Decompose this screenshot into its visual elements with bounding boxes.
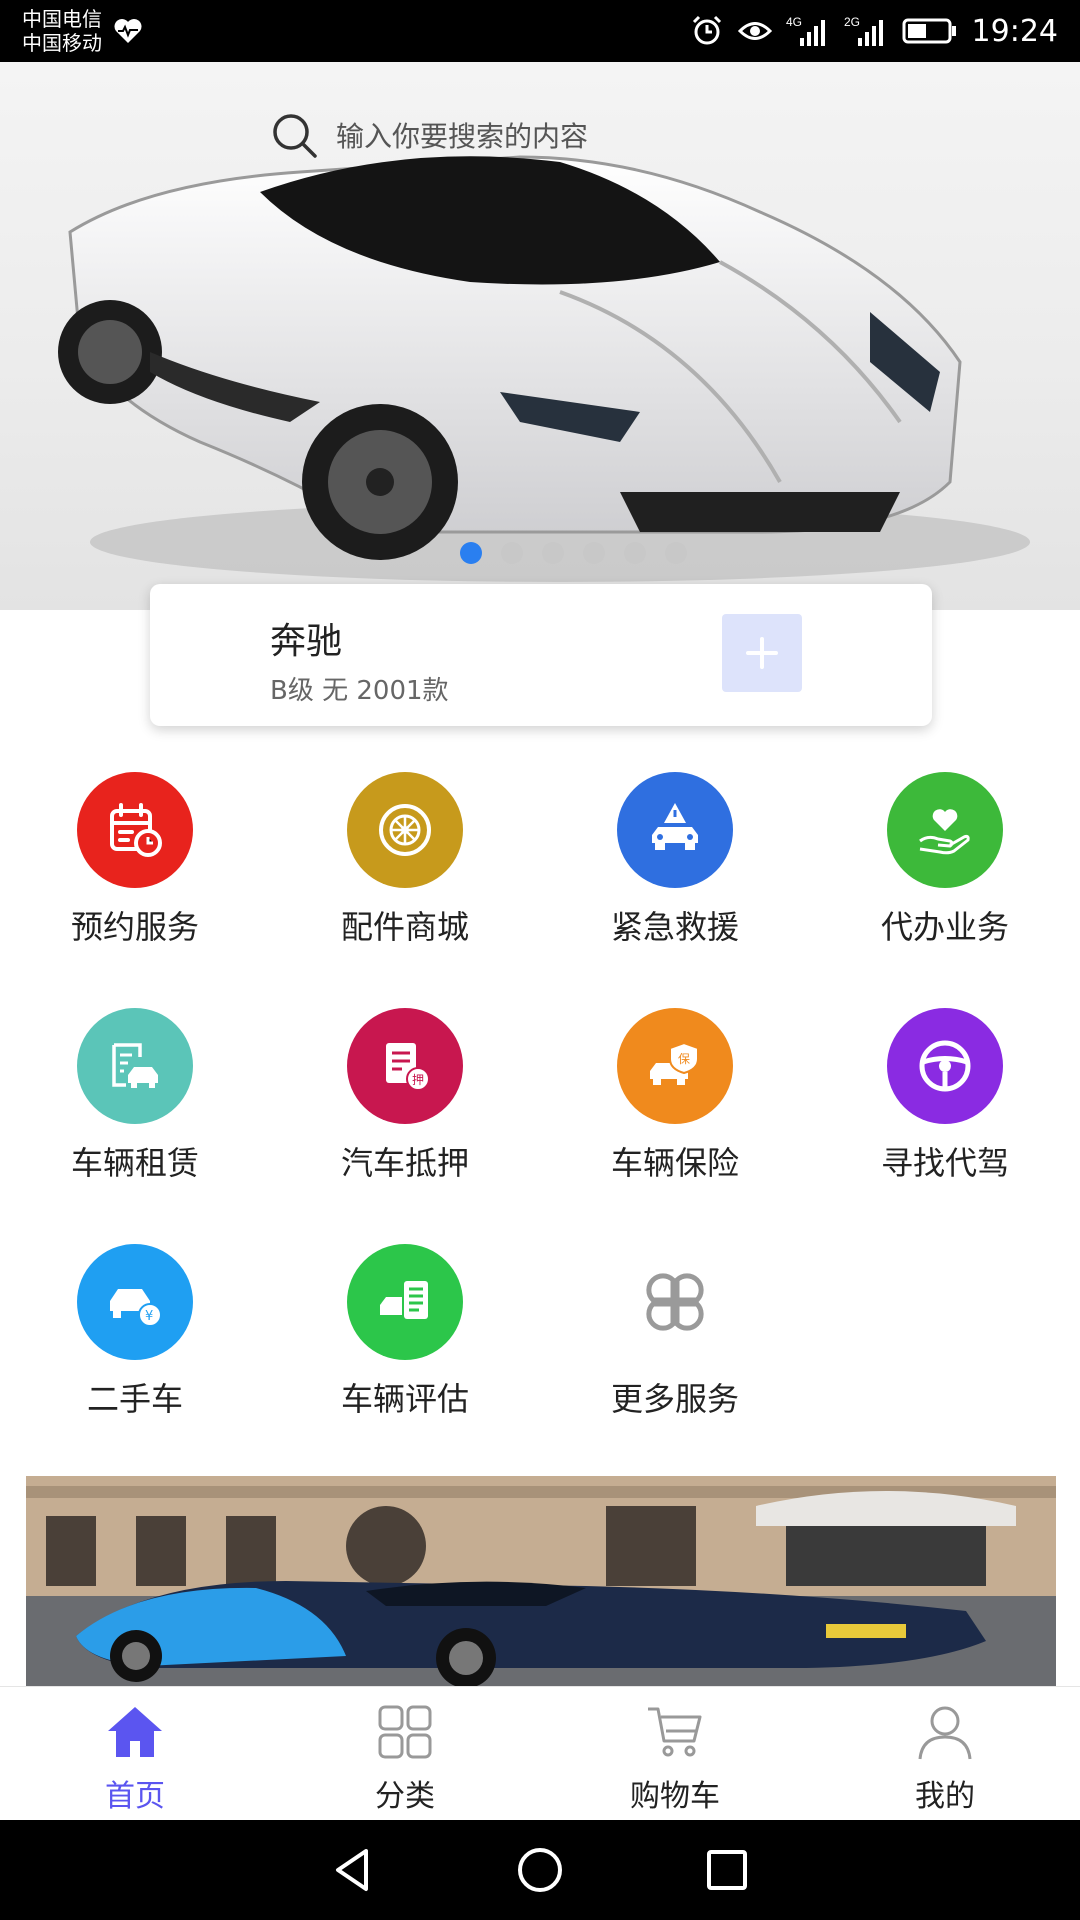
wheel-icon	[379, 804, 431, 856]
carousel-indicator	[460, 542, 687, 564]
home-icon	[108, 1707, 162, 1757]
carousel-dot[interactable]	[501, 542, 523, 564]
svg-text:4G: 4G	[786, 15, 802, 29]
calendar-clock-icon	[110, 803, 162, 857]
vehicle-card[interactable]: 奔驰 B级 无 2001款	[150, 584, 932, 726]
service-label: 预约服务	[70, 908, 199, 946]
heart-rate-icon	[114, 19, 142, 43]
search-icon	[273, 114, 317, 158]
steering-wheel-icon	[919, 1040, 971, 1092]
service-insurance[interactable]: 保 车辆保险	[540, 1008, 810, 1244]
evaluation-icon	[380, 1281, 428, 1319]
service-label: 汽车抵押	[340, 1144, 469, 1182]
tab-profile[interactable]: 我的	[810, 1687, 1080, 1820]
service-label: 更多服务	[610, 1380, 739, 1418]
svg-text:¥: ¥	[145, 1309, 153, 1324]
svg-text:2G: 2G	[844, 15, 860, 29]
alarm-icon	[692, 15, 721, 45]
home-nav-icon[interactable]	[513, 1843, 567, 1897]
service-label: 紧急救援	[610, 908, 739, 946]
promo-car-image	[26, 1476, 1056, 1686]
carrier-1: 中国电信	[22, 7, 102, 31]
status-icons: 4G 2G 19:24	[690, 14, 1058, 49]
cart-icon	[648, 1707, 702, 1757]
services-grid: 预约服务 配件商城 紧急救援 代办业务 车辆租赁 押 汽车抵押 保 车辆保险 寻…	[0, 772, 1080, 1480]
carrier-2: 中国移动	[22, 31, 102, 55]
mortgage-icon: 押	[386, 1043, 430, 1091]
signal-icon: 4G	[786, 15, 825, 46]
add-vehicle-button[interactable]	[722, 614, 802, 692]
service-agency[interactable]: 代办业务	[810, 772, 1080, 1008]
service-label: 车辆评估	[340, 1380, 469, 1418]
service-icon-bg	[77, 1008, 193, 1124]
vehicle-name: 奔驰	[270, 621, 343, 662]
category-icon	[378, 1705, 432, 1759]
tab-label: 我的	[915, 1779, 975, 1814]
promo-banner[interactable]	[26, 1476, 1056, 1686]
service-label: 车辆保险	[610, 1144, 739, 1182]
service-used-car[interactable]: ¥ 二手车	[0, 1244, 270, 1480]
service-icon-bg: ¥	[77, 1244, 193, 1360]
service-icon-bg	[617, 772, 733, 888]
more-grid-icon	[646, 1273, 704, 1331]
service-appointment[interactable]: 预约服务	[0, 772, 270, 1008]
carousel-dot[interactable]	[583, 542, 605, 564]
service-label: 二手车	[86, 1380, 183, 1418]
service-icon-bg	[77, 772, 193, 888]
bottom-tab-bar: 首页 分类 购物车 我的	[0, 1686, 1080, 1820]
status-bar: 中国电信 中国移动 4G 2G 19:24	[0, 0, 1080, 62]
search-bar[interactable]	[270, 106, 736, 166]
carousel-dot[interactable]	[624, 542, 646, 564]
hero-carousel[interactable]	[0, 62, 1080, 610]
service-icon-bg: 保	[617, 1008, 733, 1124]
tab-category[interactable]: 分类	[270, 1687, 540, 1820]
hand-heart-icon	[919, 809, 970, 855]
tab-label: 购物车	[630, 1779, 720, 1814]
service-evaluation[interactable]: 车辆评估	[270, 1244, 540, 1480]
carousel-dot[interactable]	[460, 542, 482, 564]
back-icon[interactable]	[326, 1843, 380, 1897]
service-icon-bg	[887, 772, 1003, 888]
service-mortgage[interactable]: 押 汽车抵押	[270, 1008, 540, 1244]
insurance-car-icon: 保	[650, 1041, 699, 1085]
system-nav-bar	[0, 1820, 1080, 1920]
service-icon-bg: 押	[347, 1008, 463, 1124]
search-input[interactable]	[336, 119, 736, 153]
battery-icon	[902, 18, 956, 44]
tab-cart[interactable]: 购物车	[540, 1687, 810, 1820]
svg-text:保: 保	[678, 1052, 690, 1066]
tab-home[interactable]: 首页	[0, 1687, 270, 1820]
service-icon-bg	[347, 772, 463, 888]
service-label: 代办业务	[880, 908, 1009, 946]
plus-icon	[746, 637, 778, 669]
tab-label: 首页	[105, 1779, 165, 1814]
service-label: 车辆租赁	[70, 1144, 199, 1182]
user-icon	[918, 1706, 972, 1760]
carrier-group: 中国电信 中国移动	[22, 7, 144, 55]
service-designated-driver[interactable]: 寻找代驾	[810, 1008, 1080, 1244]
service-icon-bg	[347, 1244, 463, 1360]
clock: 19:24	[971, 13, 1058, 49]
recents-icon[interactable]	[700, 1843, 754, 1897]
signal-2-icon: 2G	[844, 15, 883, 46]
tab-label: 分类	[375, 1779, 435, 1814]
vehicle-description: B级 无 2001款	[270, 676, 449, 706]
service-label: 配件商城	[340, 908, 469, 946]
carousel-dot[interactable]	[542, 542, 564, 564]
used-car-icon: ¥	[110, 1289, 162, 1327]
service-emergency-rescue[interactable]: 紧急救援	[540, 772, 810, 1008]
carousel-dot[interactable]	[665, 542, 687, 564]
rental-car-icon	[112, 1043, 158, 1088]
service-more[interactable]: 更多服务	[540, 1244, 810, 1480]
service-parts-mall[interactable]: 配件商城	[270, 772, 540, 1008]
service-icon-bg	[887, 1008, 1003, 1124]
eye-icon	[737, 22, 772, 40]
svg-text:押: 押	[412, 1073, 424, 1087]
service-label: 寻找代驾	[880, 1144, 1009, 1182]
service-icon-bg	[617, 1244, 733, 1360]
service-rental[interactable]: 车辆租赁	[0, 1008, 270, 1244]
rescue-car-icon	[652, 803, 698, 850]
